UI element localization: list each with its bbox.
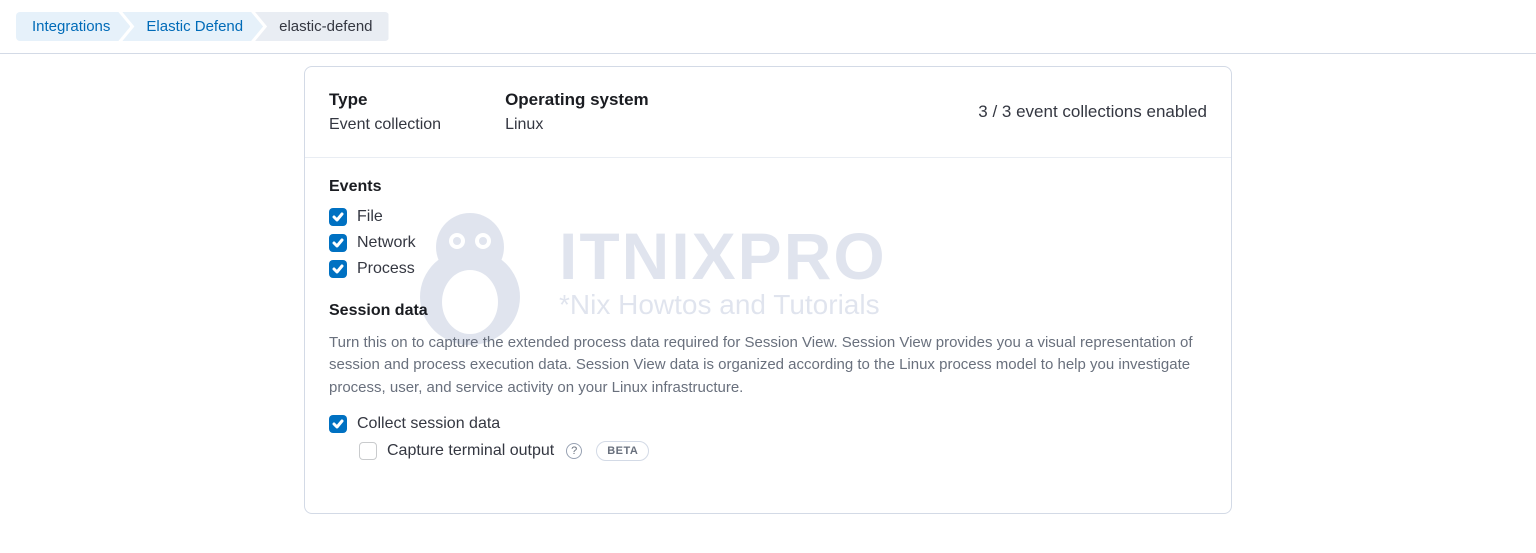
panel-header: Type Event collection Operating system L…: [305, 67, 1231, 158]
type-value: Event collection: [329, 113, 441, 137]
beta-badge: BETA: [596, 441, 649, 461]
session-title: Session data: [329, 302, 1207, 320]
breadcrumb-current: elastic-defend: [255, 12, 388, 41]
checkbox-file[interactable]: File: [329, 208, 1207, 226]
collections-status: 3 / 3 event collections enabled: [978, 102, 1207, 122]
checkbox-label: Network: [357, 234, 416, 252]
events-title: Events: [329, 178, 1207, 196]
events-list: File Network Process: [329, 208, 1207, 278]
checkbox-icon: [329, 234, 347, 252]
checkbox-capture-terminal[interactable]: Capture terminal output ? BETA: [359, 441, 1207, 461]
checkbox-label: Capture terminal output: [387, 442, 554, 460]
type-label: Type: [329, 87, 441, 113]
breadcrumb-elastic-defend[interactable]: Elastic Defend: [122, 12, 263, 41]
settings-panel: ITNIXPRO *Nix Howtos and Tutorials Type …: [304, 66, 1232, 514]
session-description: Turn this on to capture the extended pro…: [329, 332, 1207, 400]
checkbox-icon: [329, 415, 347, 433]
checkbox-label: File: [357, 208, 383, 226]
checkbox-icon: [329, 208, 347, 226]
os-value: Linux: [505, 113, 649, 137]
session-options: Collect session data Capture terminal ou…: [329, 415, 1207, 461]
breadcrumb-integrations[interactable]: Integrations: [16, 12, 130, 41]
checkbox-process[interactable]: Process: [329, 260, 1207, 278]
checkbox-collect-session[interactable]: Collect session data: [329, 415, 1207, 433]
help-icon[interactable]: ?: [566, 443, 582, 459]
checkbox-network[interactable]: Network: [329, 234, 1207, 252]
checkbox-label: Process: [357, 260, 415, 278]
checkbox-label: Collect session data: [357, 415, 500, 433]
breadcrumb: Integrations Elastic Defend elastic-defe…: [0, 0, 1536, 54]
checkbox-icon: [359, 442, 377, 460]
checkbox-icon: [329, 260, 347, 278]
os-label: Operating system: [505, 87, 649, 113]
